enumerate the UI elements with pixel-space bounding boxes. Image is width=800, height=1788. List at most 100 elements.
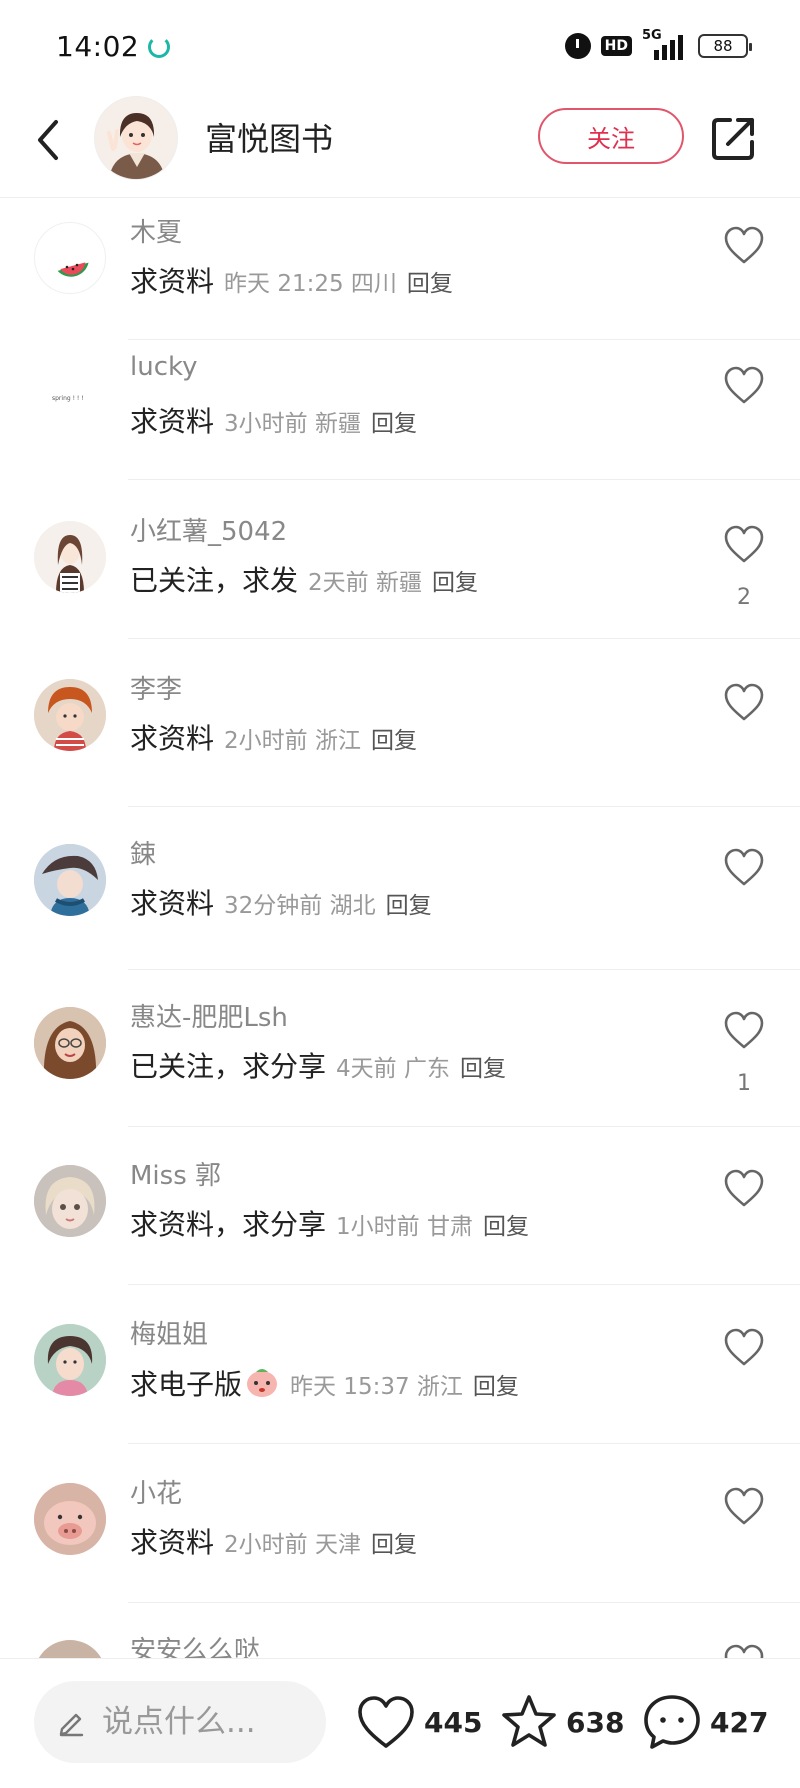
heart-icon[interactable] [722,1326,766,1370]
comment-bubble-icon [644,1695,700,1749]
reply-button[interactable]: 回复 [371,721,417,755]
follow-button[interactable]: 关注 [538,108,684,164]
comment-item[interactable]: 木夏 求资料 昨天 21:25 四川 回复 [0,208,800,358]
reply-button[interactable]: 回复 [473,1367,519,1401]
reply-button[interactable]: 回复 [407,264,453,298]
back-button[interactable] [28,110,68,170]
like-count: 445 [424,1705,483,1739]
comment-text: 求资料 [130,265,215,298]
sync-icon [148,36,170,58]
heart-icon[interactable] [722,364,766,408]
comment-meta: 2小时前 天津 [224,1532,361,1558]
comment-meta: 昨天 15:37 浙江 [290,1374,463,1400]
comment-text: 求资料 [130,887,215,920]
chevron-left-icon [38,120,58,160]
hd-badge: HD [600,36,632,56]
comment-meta: 2天前 新疆 [308,570,422,596]
heart-icon[interactable] [722,523,766,567]
favorite-button[interactable]: 638 [500,1689,624,1755]
share-icon [712,118,754,160]
comment-username[interactable]: Miss 郭 [130,1155,221,1192]
reply-button[interactable]: 回复 [386,886,432,920]
comment-meta: 3小时前 新疆 [224,411,361,437]
comment-item[interactable]: 小花 求资料 2小时前 天津 回复 [0,1469,800,1619]
reply-button[interactable]: 回复 [460,1049,506,1083]
status-time: 14:02 [56,30,140,63]
peach-face-emoji-icon [247,1369,278,1397]
comment-text: 求资料 [130,722,215,755]
like-count: 2 [737,585,751,610]
bottom-action-bar: 445 638 427 [0,1658,800,1788]
comment-meta: 1小时前 甘肃 [336,1214,473,1240]
comment-username[interactable]: 梅姐姐 [130,1314,208,1351]
avatar[interactable] [34,1324,106,1396]
comment-username[interactable]: 鋉 [130,834,156,871]
comment-username[interactable]: lucky [130,352,198,382]
comment-text: 已关注，求发 [130,564,299,597]
avatar[interactable] [34,521,106,593]
heart-icon[interactable] [722,1485,766,1529]
status-icons: HD 5G 88 [564,28,752,60]
comment-item[interactable]: 鋉 求资料 32分钟前 湖北 回复 [0,830,800,990]
comment-text: 求电子版 [130,1368,243,1401]
favorite-count: 638 [566,1705,625,1739]
comment-text: 求资料 [130,405,215,438]
heart-icon[interactable] [722,681,766,725]
share-button[interactable] [708,112,760,164]
comment-input-box[interactable] [34,1681,326,1763]
avatar[interactable] [34,1007,106,1079]
reply-button[interactable]: 回复 [483,1207,529,1241]
pencil-icon [59,1713,84,1737]
comment-input[interactable] [102,1704,292,1740]
comment-item[interactable]: Miss 郭 求资料，求分享 1小时前 甘肃 回复 [0,1151,800,1301]
reply-button[interactable]: 回复 [371,404,417,438]
author-avatar[interactable] [94,96,178,180]
comment-username[interactable]: 安安么么哒 [130,1630,260,1658]
avatar[interactable] [34,844,106,916]
comment-button[interactable]: 427 [642,1689,768,1755]
battery-level: 88 [713,37,733,55]
avatar[interactable] [34,679,106,751]
battery-icon: 88 [698,34,752,58]
avatar[interactable]: spring ! ! ! [34,362,106,434]
avatar[interactable] [34,1483,106,1555]
comment-text: 求资料，求分享 [130,1208,327,1241]
comment-text: 求资料 [130,1526,215,1559]
comment-meta: 32分钟前 湖北 [224,893,376,919]
alarm-icon [564,33,591,59]
comment-meta: 昨天 21:25 四川 [224,271,397,297]
comment-item[interactable]: 李李 求资料 2小时前 浙江 回复 [0,665,800,815]
comment-meta: 4天前 广东 [336,1056,450,1082]
comment-username[interactable]: 小花 [130,1473,182,1510]
svg-text:spring ! ! !: spring ! ! ! [52,395,84,402]
avatar[interactable] [34,1640,106,1658]
star-icon [502,1695,556,1747]
avatar[interactable] [34,1165,106,1237]
heart-icon[interactable] [722,846,766,890]
heart-icon[interactable] [722,1167,766,1211]
comment-username[interactable]: 惠达-肥肥Lsh [130,997,288,1034]
comment-item[interactable]: 梅姐姐 求电子版 昨天 15:37 浙江 回复 [0,1310,800,1460]
page-title: 富悦图书 [205,120,334,158]
heart-icon [358,1696,414,1748]
comment-count: 427 [710,1705,769,1739]
comment-username[interactable]: 木夏 [130,212,182,249]
header: 富悦图书 关注 [0,92,800,198]
comment-list[interactable]: 木夏 求资料 昨天 21:25 四川 回复 spring ! ! ! lucky… [0,198,800,1658]
reply-button[interactable]: 回复 [432,563,478,597]
comment-item[interactable]: 安安么么哒 [0,1626,800,1658]
status-bar: 14:02 HD 5G 88 [0,0,800,92]
comment-item[interactable]: spring ! ! ! lucky 求资料 3小时前 新疆 回复 [0,348,800,498]
heart-icon[interactable] [722,224,766,268]
heart-icon[interactable] [722,1009,766,1053]
comment-meta: 2小时前 浙江 [224,728,361,754]
comment-item[interactable]: 小红薯_5042 已关注，求发 2天前 新疆 回复 2 [0,507,800,657]
like-count: 1 [737,1071,751,1096]
like-button[interactable]: 445 [356,1689,482,1755]
comment-username[interactable]: 李李 [130,669,182,706]
reply-button[interactable]: 回复 [371,1525,417,1559]
comment-item[interactable]: 惠达-肥肥Lsh 已关注，求分享 4天前 广东 回复 1 [0,993,800,1143]
avatar[interactable] [34,222,106,294]
comment-username[interactable]: 小红薯_5042 [130,511,287,548]
heart-icon[interactable] [722,1642,766,1658]
